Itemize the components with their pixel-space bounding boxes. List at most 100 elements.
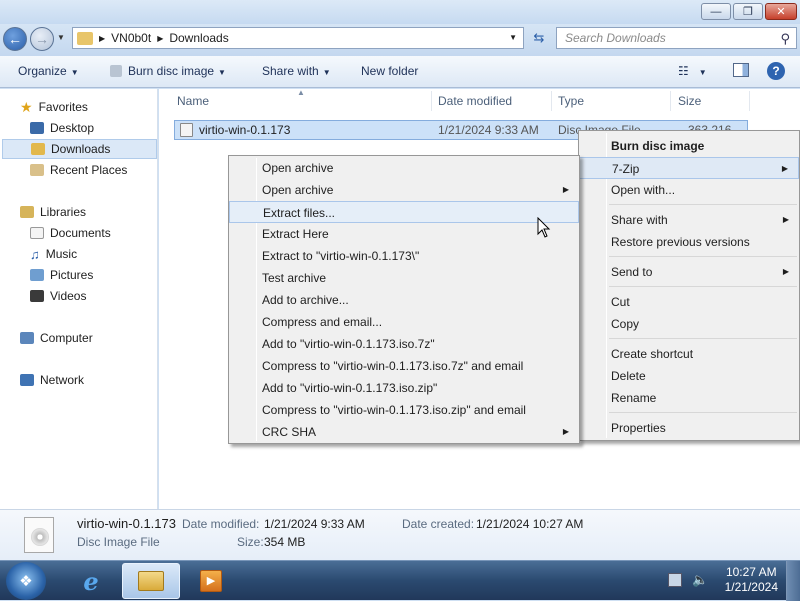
nav-label: Favorites [38,100,88,114]
back-button[interactable]: ← [3,27,27,51]
menu-item-open-with[interactable]: Open with... [579,179,799,201]
submenu-item-compress-and-email[interactable]: Compress and email... [229,311,579,333]
menu-item-send-to[interactable]: Send to ▶ [579,261,799,283]
taskbar-media-player[interactable]: ▶ [182,563,240,599]
submenu-item-compress-zip-email[interactable]: Compress to "virtio-win-0.1.173.iso.zip"… [229,399,579,421]
search-placeholder: Search Downloads [565,31,666,45]
view-options-button[interactable]: ☷ ▼ [678,64,707,78]
address-bar[interactable]: ▶ VN0b0t ▶ Downloads ▼ [72,27,524,49]
desktop-icon [30,122,44,134]
7zip-submenu: Open archive Open archive ▶ Extract files… [228,155,580,444]
recent-pages-button[interactable]: ▼ [57,33,65,42]
taskbar-windows-explorer[interactable] [122,563,180,599]
burn-label: Burn disc image [128,64,215,78]
start-button[interactable]: ❖ [6,562,46,600]
nav-documents[interactable]: Documents [30,223,111,243]
submenu-item-add-to-7z[interactable]: Add to "virtio-win-0.1.173.iso.7z" [229,333,579,355]
media-player-icon: ▶ [200,570,222,592]
submenu-item-crc-sha[interactable]: CRC SHA ▶ [229,421,579,443]
nav-label: Pictures [50,268,94,282]
organize-button[interactable]: Organize ▼ [18,64,79,78]
menu-label: CRC SHA [262,425,317,439]
column-header-size[interactable]: Size [678,94,701,108]
menu-item-share-with[interactable]: Share with ▶ [579,209,799,231]
menu-item-restore-previous-versions[interactable]: Restore previous versions [579,231,799,253]
menu-item-create-shortcut[interactable]: Create shortcut [579,343,799,365]
chevron-down-icon: ▼ [70,68,79,77]
command-bar: Organize ▼ Burn disc image ▼ Share with ▼ N… [0,56,800,88]
network-status-icon[interactable] [668,573,682,587]
new-folder-button[interactable]: New folder [361,64,418,78]
search-icon[interactable]: ⚲ [780,31,790,47]
nav-label: Recent Places [50,163,128,177]
breadcrumb-vn0b0t[interactable]: VN0b0t [111,31,151,45]
menu-item-delete[interactable]: Delete [579,365,799,387]
explorer-folder-icon [138,571,164,591]
menu-item-cut[interactable]: Cut [579,291,799,313]
nav-videos[interactable]: Videos [30,286,86,306]
help-icon[interactable]: ? [767,62,785,80]
nav-pictures[interactable]: Pictures [30,265,93,285]
burn-disc-image-button[interactable]: Burn disc image ▼ [110,64,226,78]
show-desktop-button[interactable] [786,561,800,601]
forward-button[interactable]: → [30,27,54,51]
volume-muted-icon[interactable]: 🔈 [692,572,708,588]
menu-item-rename[interactable]: Rename [579,387,799,409]
submenu-arrow-icon: ▶ [562,185,569,194]
menu-item-burn-disc-image[interactable]: Burn disc image [579,135,799,157]
nav-libraries[interactable]: Libraries [20,202,86,222]
menu-item-copy[interactable]: Copy [579,313,799,335]
breadcrumb-downloads[interactable]: Downloads [169,31,228,45]
title-bar: — ❐ ✕ [0,0,800,24]
maximize-button[interactable]: ❐ [733,3,763,20]
submenu-item-add-to-zip[interactable]: Add to "virtio-win-0.1.173.iso.zip" [229,377,579,399]
search-input[interactable]: Search Downloads ⚲ [556,27,797,49]
submenu-item-compress-7z-email[interactable]: Compress to "virtio-win-0.1.173.iso.7z" … [229,355,579,377]
chevron-down-icon: ▼ [698,68,707,77]
details-date-modified: 1/21/2024 9:33 AM [264,517,365,531]
details-size: 354 MB [264,535,306,549]
share-with-button[interactable]: Share with ▼ [262,64,331,78]
star-icon: ★ [20,98,33,115]
column-header-date[interactable]: Date modified [438,94,512,108]
close-button[interactable]: ✕ [765,3,797,20]
nav-recent-places[interactable]: Recent Places [30,160,127,180]
clock-time: 10:27 AM [725,565,777,579]
computer-icon [20,332,34,344]
column-header-name[interactable]: Name [177,94,209,108]
submenu-item-add-to-archive[interactable]: Add to archive... [229,289,579,311]
submenu-arrow-icon: ▶ [781,164,788,173]
submenu-item-test-archive[interactable]: Test archive [229,267,579,289]
minimize-button[interactable]: — [701,3,731,20]
nav-favorites[interactable]: ★ Favorites [20,97,88,117]
submenu-item-extract-here[interactable]: Extract Here [229,223,579,245]
preview-pane-button[interactable] [733,63,749,77]
details-date-created-label: Date created: [402,517,475,531]
nav-computer[interactable]: Computer [20,328,93,348]
refresh-icon: ⇆ [533,30,545,45]
nav-downloads[interactable]: Downloads [2,139,157,159]
nav-music[interactable]: ♫ Music [30,244,77,264]
taskbar-internet-explorer[interactable]: e [62,563,120,599]
submenu-item-open-archive[interactable]: Open archive [229,157,579,179]
address-dropdown-icon[interactable]: ▼ [509,33,517,42]
folder-icon [77,31,93,45]
pictures-icon [30,269,44,281]
submenu-item-extract-files[interactable]: Extract files... [229,201,579,223]
nav-network[interactable]: Network [20,370,84,390]
documents-icon [30,227,44,239]
submenu-item-extract-to-folder[interactable]: Extract to "virtio-win-0.1.173\" [229,245,579,267]
refresh-button[interactable]: ⇆ [527,27,551,49]
details-date-created: 1/21/2024 10:27 AM [476,517,584,531]
menu-item-7zip[interactable]: 7-Zip ▶ [579,157,799,179]
chevron-right-icon: ▶ [99,33,106,43]
submenu-arrow-icon: ▶ [562,427,569,436]
details-size-label: Size: [237,535,264,549]
column-header-type[interactable]: Type [558,94,584,108]
nav-desktop[interactable]: Desktop [30,118,94,138]
submenu-arrow-icon: ▶ [782,267,789,276]
system-clock[interactable]: 10:27 AM 1/21/2024 [725,565,778,595]
submenu-item-open-archive-more[interactable]: Open archive ▶ [229,179,579,201]
menu-item-properties[interactable]: Properties [579,417,799,439]
nav-label: Downloads [51,142,111,156]
